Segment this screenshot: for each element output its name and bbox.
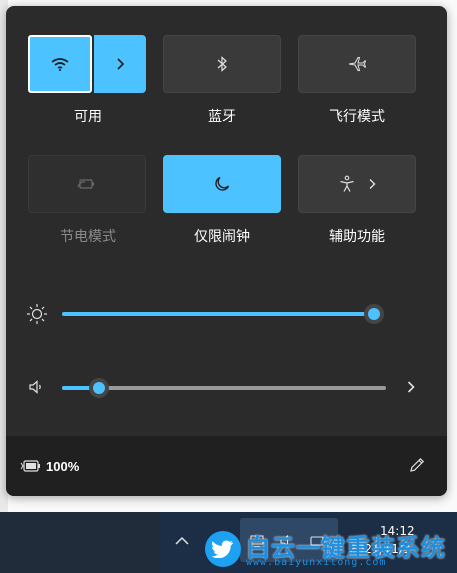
volume-slider[interactable] [62,377,392,399]
airplane-mode-tile[interactable] [298,35,416,93]
wifi-toggle-button[interactable] [28,35,92,93]
volume-slider-thumb[interactable] [89,378,110,398]
moon-icon [215,176,230,191]
wifi-tile [28,35,146,93]
wifi-icon [51,58,69,71]
accessibility-icon [340,175,354,192]
bird-icon [212,540,233,558]
chevron-right-icon [369,179,376,189]
battery-charging-icon[interactable] [20,459,42,473]
twitter-bird-logo-icon [205,531,241,567]
audio-output-chevron-icon[interactable] [406,380,416,394]
wifi-label: 可用 [74,109,102,125]
quick-settings-footer: 100% [6,436,447,496]
airplane-mode-label: 飞行模式 [329,109,385,125]
pencil-icon[interactable] [408,456,426,474]
volume-slider-track [62,386,386,390]
bluetooth-tile[interactable] [163,35,281,93]
sun-icon [26,303,48,325]
brightness-slider[interactable] [62,303,392,325]
focus-assist-tile[interactable] [163,155,281,213]
wifi-networks-button[interactable] [94,35,146,93]
battery-saver-icon [77,179,94,189]
bluetooth-label: 蓝牙 [208,109,236,125]
brightness-slider-thumb[interactable] [364,304,384,324]
battery-saver-tile [28,155,146,213]
battery-saver-label: 节电模式 [60,229,116,245]
battery-percent[interactable]: 100% [46,459,79,474]
bluetooth-icon [217,56,227,72]
thumb-dot [368,308,380,320]
accessibility-label: 辅助功能 [329,229,385,245]
chevron-right-icon [117,58,125,70]
thumb-dot [93,382,106,394]
focus-assist-label: 仅限闹钟 [194,229,250,245]
speaker-icon [29,380,41,394]
airplane-icon [348,57,366,71]
accessibility-tile[interactable] [298,155,416,213]
watermark-url: www.baiyunxitong.com [246,557,387,568]
brightness-slider-fill [62,312,374,316]
quick-settings-panel: 可用 蓝牙 飞行模式 节电模式 仅限闹钟 辅助功能 100% [6,6,447,496]
chevron-up-icon[interactable] [174,536,190,546]
taskbar-left-area [0,512,160,573]
